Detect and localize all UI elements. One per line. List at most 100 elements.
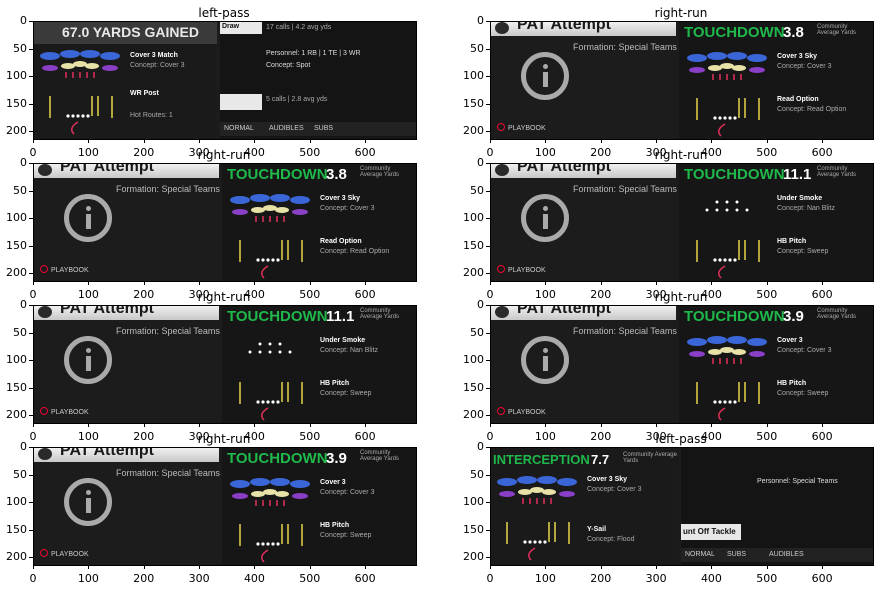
y-tick-mark	[29, 332, 33, 334]
info-icon	[64, 478, 112, 526]
y-tick-mark	[486, 190, 490, 192]
x-tick-mark	[33, 139, 34, 143]
logo-icon	[38, 306, 52, 318]
x-tick-mark	[600, 281, 602, 285]
x-tick-label: 600	[811, 572, 833, 585]
circle-button-icon	[497, 407, 505, 415]
coverage-name: Under Smoke	[320, 337, 366, 344]
x-tick-mark	[711, 423, 713, 427]
x-tick-mark	[822, 281, 824, 285]
y-tick-label: 100	[463, 69, 484, 83]
coverage-concept: Concept: Nan Blitz	[320, 347, 378, 354]
playcard-bottom[interactable]: unt Off Tackle	[681, 524, 741, 540]
play-name: HB Pitch	[777, 238, 807, 245]
concept-spot: Concept: Spot	[266, 62, 311, 69]
pat-header: PAT Attempt	[34, 448, 219, 462]
headline: 67.0 YARDS GAINED	[62, 24, 199, 40]
headline-bar: 67.0 YARDS GAINED	[34, 22, 217, 44]
result-label: TOUCHDOWN	[227, 450, 328, 467]
footer-tab-normal: NORMAL	[224, 125, 254, 132]
x-tick-mark	[143, 139, 145, 143]
info-icon	[521, 336, 569, 384]
y-tick-label: 50	[13, 325, 27, 339]
pat-title: PAT Attempt	[517, 21, 611, 33]
x-tick-mark	[822, 139, 824, 143]
y-tick-mark	[29, 305, 33, 306]
logo-icon	[38, 164, 52, 176]
play-concept: Concept: Sweep	[777, 390, 829, 397]
y-tick-label: 150	[6, 522, 27, 536]
community-label: Community Average Yards	[623, 452, 677, 464]
x-tick-label: 400	[700, 572, 722, 585]
y-tick-mark	[486, 529, 490, 531]
playbook-button[interactable]: PLAYBOOK	[40, 407, 89, 416]
x-tick-mark	[545, 281, 547, 285]
play-concept: Concept: Read Option	[777, 106, 847, 113]
result-panel: TOUCHDOWN 3.9 Community Average Yards Cover…	[679, 306, 873, 423]
info-icon	[64, 194, 112, 242]
yards-value: 7.7	[591, 452, 610, 467]
route-name: WR Post	[130, 90, 159, 97]
y-tick-mark	[29, 163, 33, 164]
info-icon	[521, 52, 569, 100]
x-tick-label: 0	[486, 572, 494, 585]
playbook-button[interactable]: PLAYBOOK	[497, 407, 546, 416]
y-tick-label: 200	[463, 266, 484, 280]
x-tick-mark	[254, 423, 256, 427]
playbook-button[interactable]: PLAYBOOK	[497, 265, 546, 274]
subplot-title: right-run	[197, 432, 251, 446]
playcall-panel: Draw 17 calls | 4.2 avg yds Personnel: 1 R…	[220, 22, 416, 139]
pat-header: PAT Attempt	[491, 164, 676, 178]
y-tick-label: 0	[477, 156, 484, 169]
game-screenshot: PAT Attempt Formation: Special Teams PLAYB…	[33, 163, 417, 282]
community-label: Community Average Yards	[817, 308, 857, 320]
logo-icon	[495, 22, 509, 34]
logo-icon	[495, 164, 509, 176]
x-tick-label: 500	[756, 572, 778, 585]
x-tick-mark	[545, 423, 547, 427]
playbook-button[interactable]: PLAYBOOK	[497, 123, 546, 132]
y-tick-mark	[486, 48, 490, 50]
y-tick-mark	[29, 273, 33, 275]
circle-button-icon	[497, 123, 505, 131]
y-tick-mark	[486, 273, 490, 275]
x-tick-mark	[88, 423, 90, 427]
x-tick-mark	[600, 565, 602, 569]
playcard-bottom[interactable]	[220, 94, 262, 110]
playcard-top[interactable]: Draw	[220, 22, 262, 34]
y-tick-label: 50	[470, 467, 484, 481]
x-tick-label: 500	[299, 572, 321, 585]
formation-label: Formation: Special Teams	[573, 184, 677, 194]
y-tick-label: 100	[463, 495, 484, 509]
x-tick-mark	[88, 139, 90, 143]
y-tick-mark	[29, 415, 33, 417]
x-tick-label: 200	[133, 572, 155, 585]
y-tick-label: 0	[20, 156, 27, 169]
playbook-button[interactable]: PLAYBOOK	[40, 265, 89, 274]
x-tick-label: 300	[645, 572, 667, 585]
y-tick-label: 200	[463, 408, 484, 422]
y-tick-label: 50	[13, 183, 27, 197]
y-tick-label: 0	[20, 14, 27, 27]
x-tick-label: 400	[243, 572, 265, 585]
y-tick-label: 50	[13, 41, 27, 55]
playbook-button[interactable]: PLAYBOOK	[40, 549, 89, 558]
result-panel: TOUCHDOWN 11.1 Community Average Yards Unde…	[679, 164, 873, 281]
y-tick-mark	[29, 502, 33, 504]
y-tick-label: 150	[463, 238, 484, 252]
coverage-name: Cover 3 Sky	[777, 53, 818, 60]
formation-label: Formation: Special Teams	[116, 326, 220, 336]
y-tick-label: 150	[6, 238, 27, 252]
y-tick-mark	[486, 76, 490, 78]
play-name: Draw	[222, 23, 240, 30]
x-tick-mark	[254, 565, 256, 569]
x-tick-mark	[822, 565, 824, 569]
footer-tab-normal: NORMAL	[685, 551, 715, 558]
y-tick-mark	[486, 502, 490, 504]
playbook-label: PLAYBOOK	[51, 551, 89, 558]
y-tick-label: 200	[6, 266, 27, 280]
x-tick-mark	[600, 423, 602, 427]
play-name: HB Pitch	[777, 380, 807, 387]
formation-label: Formation: Special Teams	[116, 468, 220, 478]
play-concept: Concept: Sweep	[777, 248, 829, 255]
